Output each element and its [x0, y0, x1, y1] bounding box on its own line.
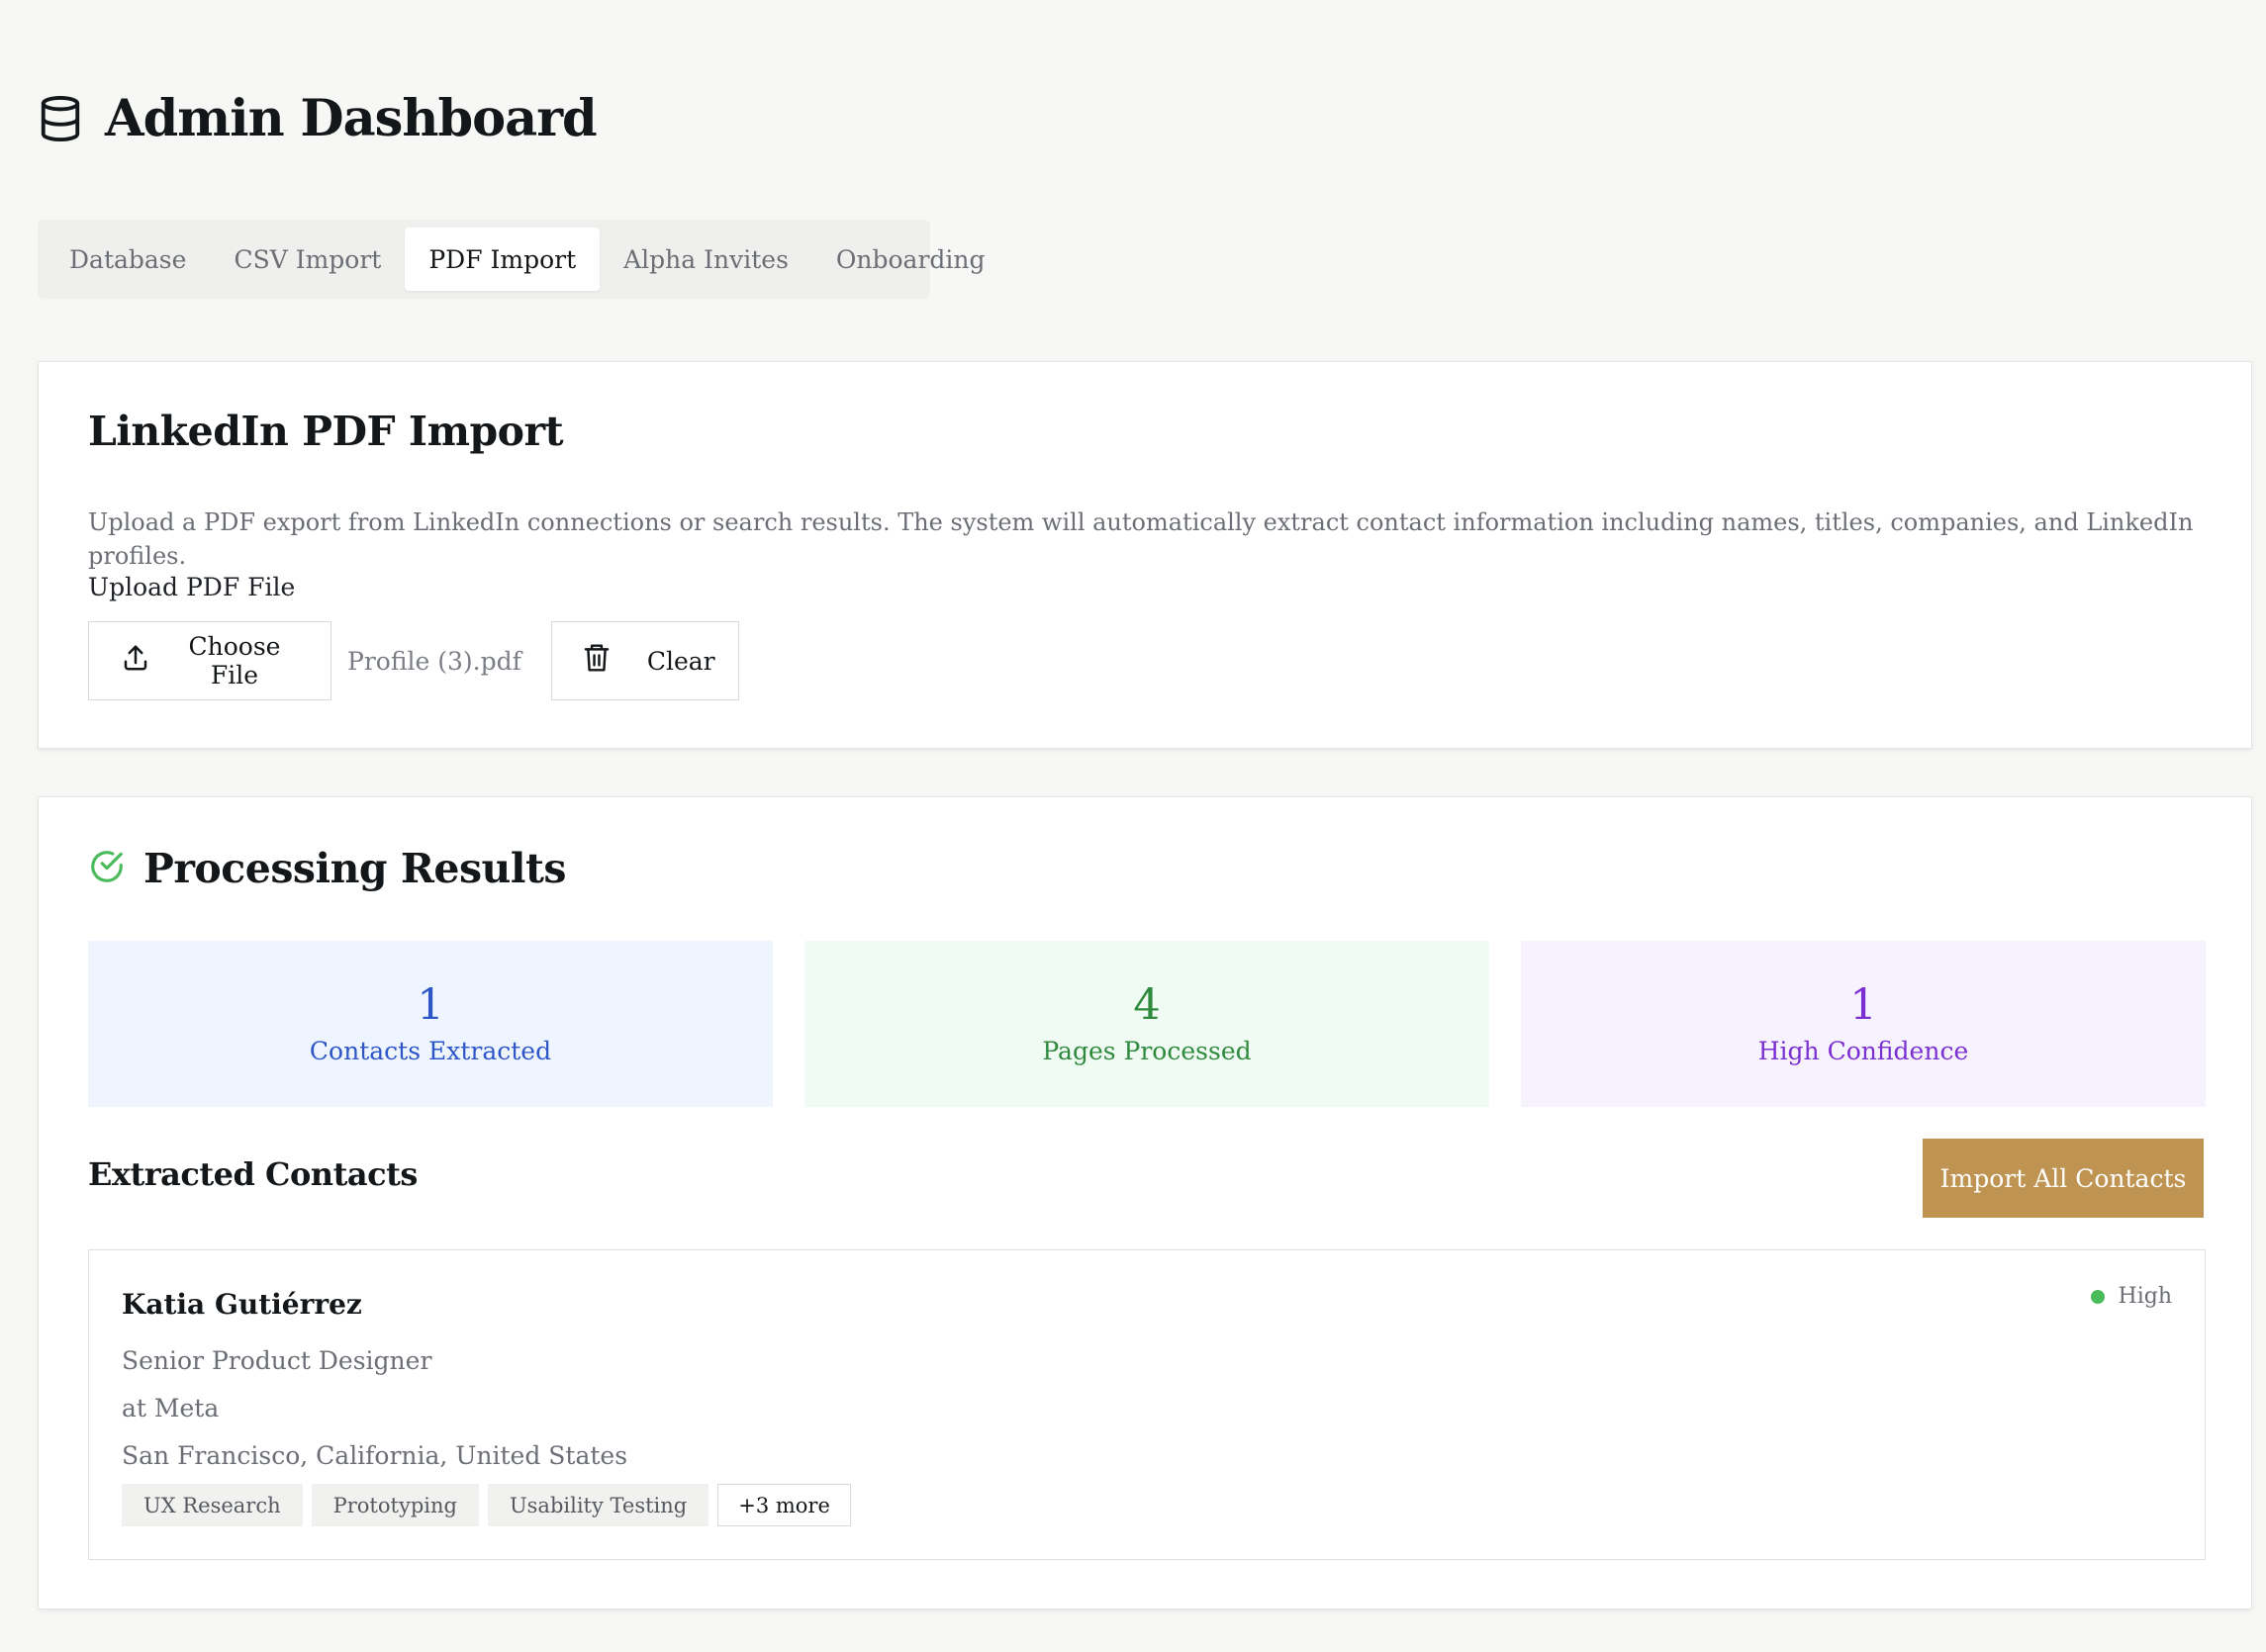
contact-card[interactable]: Katia Gutiérrez High Senior Product Desi… [88, 1249, 2206, 1560]
contact-name: Katia Gutiérrez [122, 1288, 362, 1321]
stat-contacts-extracted: 1 Contacts Extracted [88, 941, 773, 1107]
confidence-dot-icon [2090, 1289, 2105, 1304]
stat-value: 4 [1133, 979, 1161, 1030]
clear-button[interactable]: Clear [550, 621, 739, 700]
confidence-badge: High [2090, 1284, 2172, 1309]
confidence-label: High [2118, 1284, 2172, 1309]
upload-row: Choose File Profile (3).pdf Clear [88, 621, 739, 700]
check-circle-icon [88, 848, 126, 889]
import-description: Upload a PDF export from LinkedIn connec… [88, 508, 2194, 570]
import-card-title: LinkedIn PDF Import [88, 408, 564, 455]
database-icon [38, 94, 83, 143]
skill-tag: UX Research [122, 1484, 303, 1526]
trash-icon [582, 642, 612, 680]
stat-label: High Confidence [1757, 1037, 1969, 1066]
results-header: Processing Results [88, 845, 566, 892]
import-all-contacts-button[interactable]: Import All Contacts [1923, 1139, 2204, 1218]
processing-results-card: Processing Results 1 Contacts Extracted … [38, 796, 2252, 1609]
contact-title: Senior Product Designer [122, 1346, 432, 1375]
page-header: Admin Dashboard [38, 83, 598, 154]
stat-high-confidence: 1 High Confidence [1521, 941, 2206, 1107]
stat-pages-processed: 4 Pages Processed [804, 941, 1489, 1107]
upload-icon [121, 643, 150, 679]
extracted-contacts-title: Extracted Contacts [88, 1155, 418, 1193]
tab-pdf-import[interactable]: PDF Import [405, 228, 601, 291]
stat-label: Contacts Extracted [309, 1037, 552, 1066]
choose-file-label: Choose File [188, 632, 281, 689]
more-skills-tag[interactable]: +3 more [717, 1484, 851, 1526]
tab-csv-import[interactable]: CSV Import [210, 228, 405, 291]
results-title: Processing Results [143, 845, 566, 892]
tab-alpha-invites[interactable]: Alpha Invites [600, 228, 812, 291]
stat-value: 1 [1849, 979, 1877, 1030]
tab-database[interactable]: Database [46, 228, 210, 291]
tab-bar: Database CSV Import PDF Import Alpha Inv… [38, 220, 986, 299]
skill-tags: UX Research Prototyping Usability Testin… [122, 1484, 851, 1526]
selected-file-name: Profile (3).pdf [347, 646, 521, 676]
contact-company: at Meta [122, 1394, 220, 1423]
stat-value: 1 [417, 979, 444, 1030]
skill-tag: Usability Testing [487, 1484, 709, 1526]
clear-label: Clear [646, 646, 715, 676]
pdf-import-card: LinkedIn PDF Import Upload a PDF export … [38, 361, 2252, 749]
choose-file-button[interactable]: Choose File [88, 621, 331, 700]
tab-onboarding[interactable]: Onboarding [812, 228, 1009, 291]
upload-label: Upload PDF File [88, 573, 296, 601]
stat-label: Pages Processed [1042, 1037, 1252, 1066]
page-title: Admin Dashboard [105, 89, 598, 148]
contact-location: San Francisco, California, United States [122, 1441, 628, 1470]
skill-tag: Prototyping [311, 1484, 479, 1526]
